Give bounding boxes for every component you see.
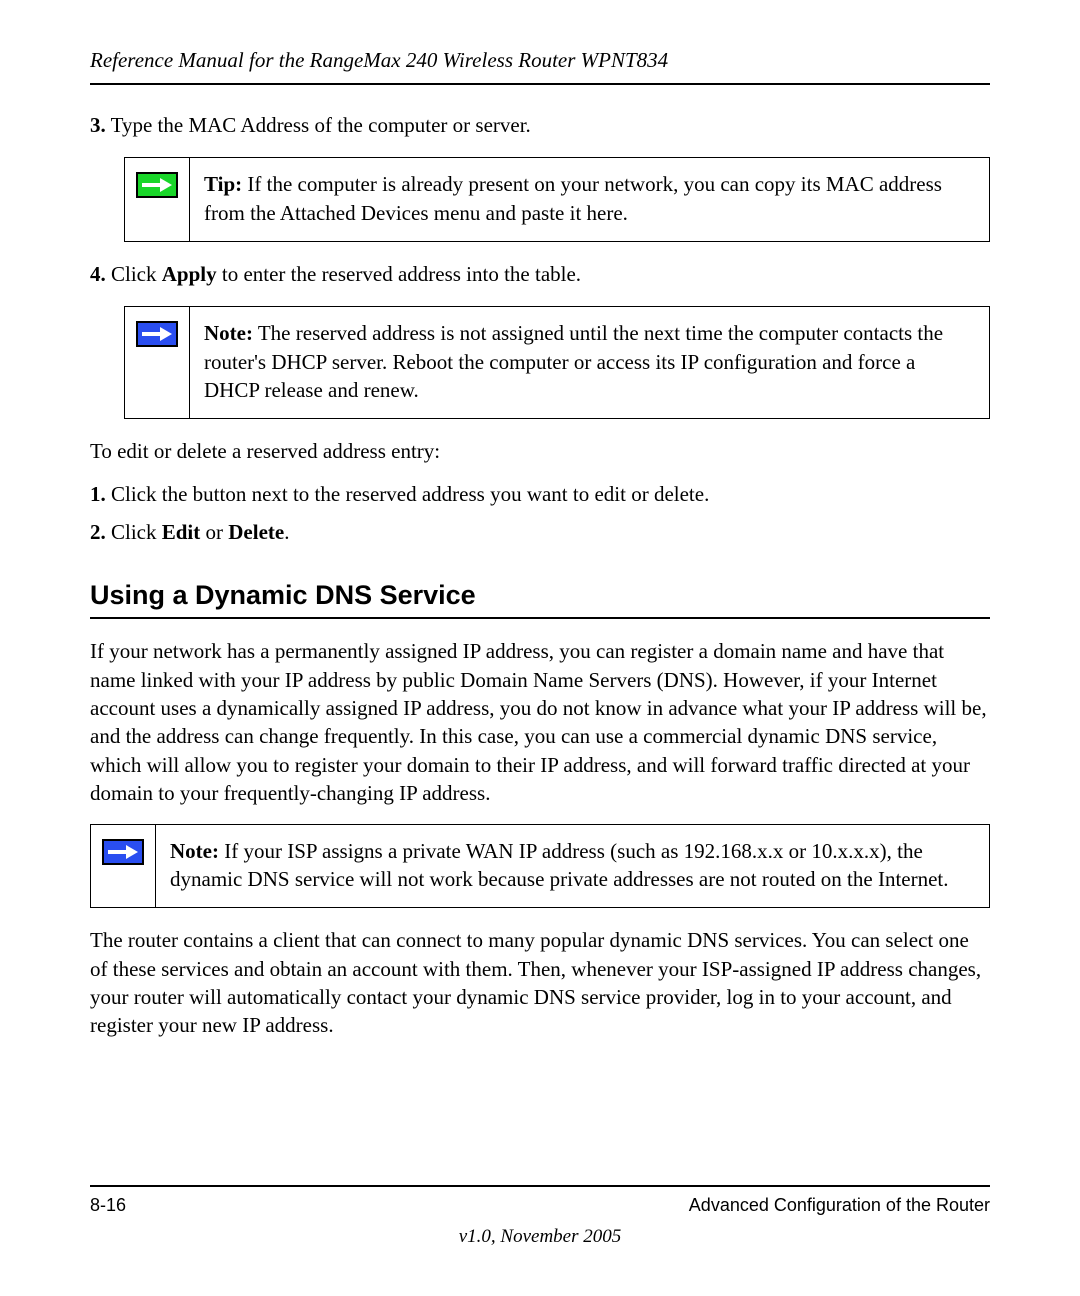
- step-number: 3.: [90, 113, 106, 137]
- step-text-pre: Click: [111, 262, 162, 286]
- ddns-paragraph-2: The router contains a client that can co…: [90, 926, 990, 1039]
- edit-intro: To edit or delete a reserved address ent…: [90, 437, 990, 465]
- page-footer: 8-16 Advanced Configuration of the Route…: [90, 1185, 990, 1248]
- tip-text: Tip: If the computer is already present …: [190, 158, 989, 241]
- step-number: 4.: [90, 262, 106, 286]
- edit-step-2: 2. Click Edit or Delete.: [90, 518, 990, 546]
- tip-body: If the computer is already present on yo…: [204, 172, 942, 224]
- running-header: Reference Manual for the RangeMax 240 Wi…: [90, 48, 990, 85]
- ddns-paragraph-1: If your network has a permanently assign…: [90, 637, 990, 807]
- note-label: Note:: [170, 839, 219, 863]
- page-number: 8-16: [90, 1195, 126, 1216]
- step-number: 1.: [90, 482, 106, 506]
- note-icon-cell: [125, 307, 190, 418]
- document-page: Reference Manual for the RangeMax 240 Wi…: [0, 0, 1080, 1296]
- note-callout-2: Note: If your ISP assigns a private WAN …: [90, 824, 990, 909]
- step-4: 4. Click Apply to enter the reserved add…: [90, 260, 990, 288]
- note-text: Note: If your ISP assigns a private WAN …: [156, 825, 989, 908]
- arrow-right-icon: [136, 172, 178, 198]
- step-text-post: .: [284, 520, 289, 544]
- footer-version: v1.0, November 2005: [90, 1226, 990, 1248]
- edit-steps-list: 1. Click the button next to the reserved…: [90, 480, 990, 547]
- step-3: 3. Type the MAC Address of the computer …: [90, 111, 990, 139]
- note-body: If your ISP assigns a private WAN IP add…: [170, 839, 949, 891]
- step-number: 2.: [90, 520, 106, 544]
- step-text-pre: Click: [111, 520, 162, 544]
- step-text-bold2: Delete: [228, 520, 284, 544]
- note-label: Note:: [204, 321, 253, 345]
- note-icon-cell: [91, 825, 156, 908]
- note-callout-1: Note: The reserved address is not assign…: [124, 306, 990, 419]
- step-text-post: to enter the reserved address into the t…: [217, 262, 581, 286]
- tip-callout: Tip: If the computer is already present …: [124, 157, 990, 242]
- footer-row: 8-16 Advanced Configuration of the Route…: [90, 1185, 990, 1216]
- steps-list-continued: 4. Click Apply to enter the reserved add…: [90, 260, 990, 288]
- steps-list: 3. Type the MAC Address of the computer …: [90, 111, 990, 139]
- note-body: The reserved address is not assigned unt…: [204, 321, 943, 402]
- arrow-right-icon: [102, 839, 144, 865]
- edit-step-1: 1. Click the button next to the reserved…: [90, 480, 990, 508]
- tip-label: Tip:: [204, 172, 242, 196]
- step-text-mid: or: [200, 520, 228, 544]
- step-text-bold1: Edit: [162, 520, 201, 544]
- step-text: Type the MAC Address of the computer or …: [111, 113, 531, 137]
- step-text: Click the button next to the reserved ad…: [111, 482, 709, 506]
- tip-icon-cell: [125, 158, 190, 241]
- step-text-bold: Apply: [162, 262, 217, 286]
- section-heading: Using a Dynamic DNS Service: [90, 580, 990, 619]
- note-text: Note: The reserved address is not assign…: [190, 307, 989, 418]
- arrow-right-icon: [136, 321, 178, 347]
- footer-section-title: Advanced Configuration of the Router: [689, 1195, 990, 1216]
